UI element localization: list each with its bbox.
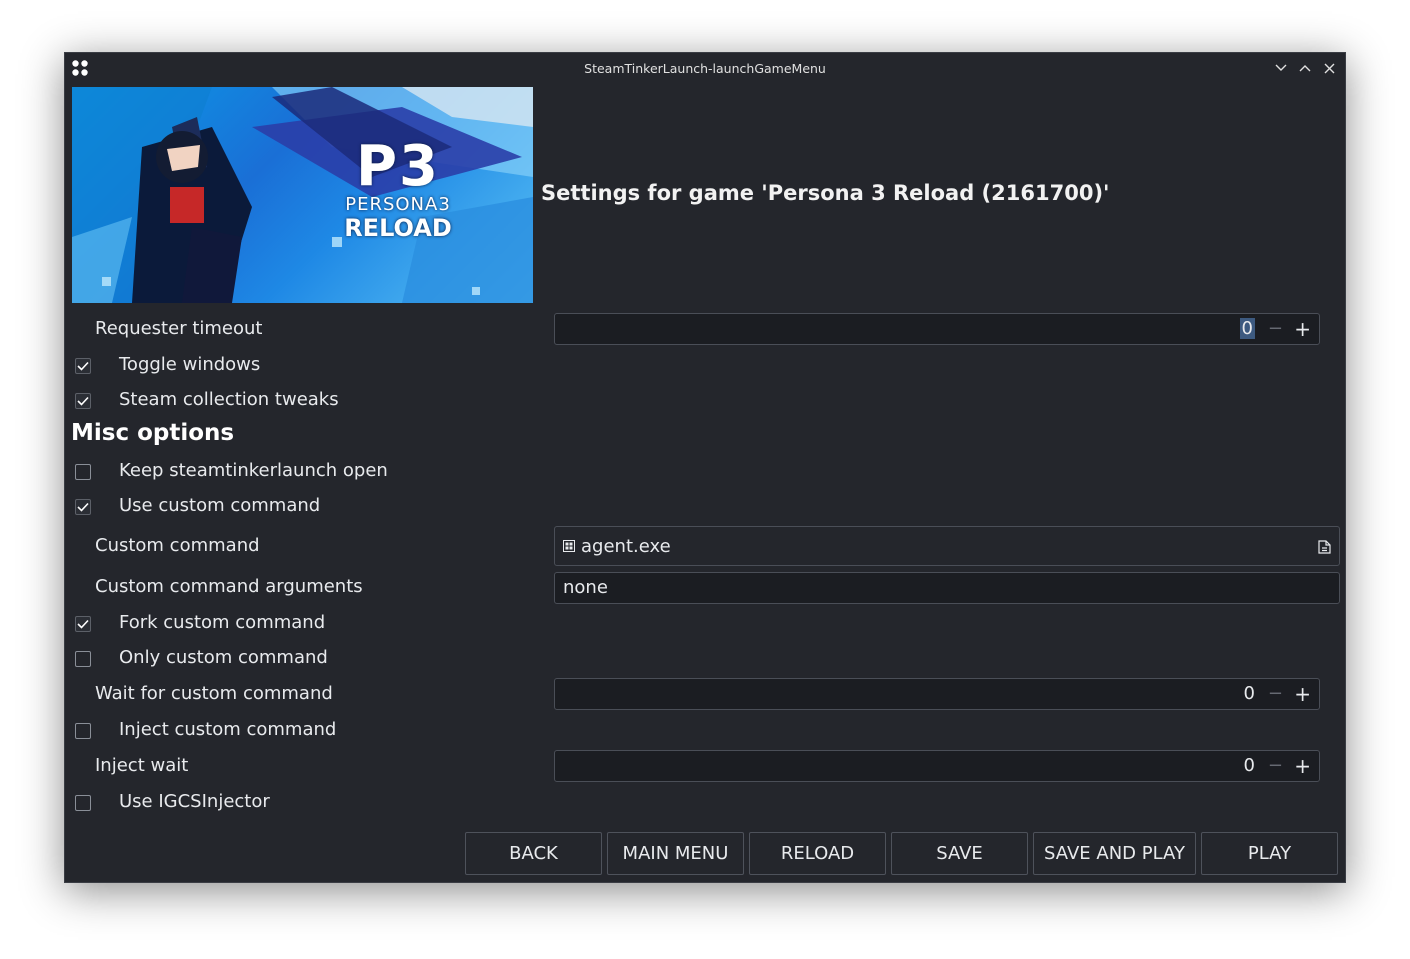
document-browse-icon[interactable] bbox=[1318, 540, 1331, 554]
increment-button[interactable]: + bbox=[1294, 754, 1311, 778]
custom-command-label: Custom command bbox=[95, 535, 260, 556]
decrement-button[interactable]: − bbox=[1268, 318, 1283, 339]
keep-open-label: Keep steamtinkerlaunch open bbox=[119, 460, 388, 481]
main-menu-button[interactable]: MAIN MENU bbox=[607, 832, 744, 875]
fork-custom-command-label: Fork custom command bbox=[119, 612, 326, 633]
only-custom-command-checkbox[interactable] bbox=[75, 651, 91, 667]
inject-wait-value[interactable]: 0 bbox=[1244, 755, 1255, 776]
save-button[interactable]: SAVE bbox=[891, 832, 1028, 875]
requester-timeout-value[interactable]: 0 bbox=[1239, 318, 1255, 339]
inject-wait-label: Inject wait bbox=[95, 755, 189, 776]
use-igcs-label: Use IGCSInjector bbox=[119, 791, 270, 812]
decrement-button[interactable]: − bbox=[1268, 683, 1283, 704]
toggle-windows-checkbox[interactable] bbox=[75, 358, 91, 374]
use-custom-command-checkbox[interactable] bbox=[75, 499, 91, 515]
requester-timeout-spinner[interactable]: 0 − + bbox=[554, 313, 1320, 345]
check-icon bbox=[77, 619, 89, 629]
settings-title: Settings for game 'Persona 3 Reload (216… bbox=[541, 181, 1110, 205]
check-icon bbox=[77, 396, 89, 406]
only-custom-command-label: Only custom command bbox=[119, 647, 328, 668]
increment-button[interactable]: + bbox=[1294, 682, 1311, 706]
window-controls bbox=[1271, 58, 1339, 78]
logo-sub: PERSONA3 bbox=[345, 194, 451, 215]
logo-reload: RELOAD bbox=[344, 214, 452, 242]
back-button[interactable]: BACK bbox=[465, 832, 602, 875]
misc-options-heading: Misc options bbox=[71, 420, 235, 446]
minimize-button[interactable] bbox=[1271, 58, 1291, 78]
close-button[interactable] bbox=[1319, 58, 1339, 78]
toggle-windows-label: Toggle windows bbox=[119, 354, 261, 375]
inject-custom-command-checkbox[interactable] bbox=[75, 723, 91, 739]
wait-custom-command-value[interactable]: 0 bbox=[1244, 683, 1255, 704]
game-banner-image: P3 PERSONA3 RELOAD bbox=[72, 87, 533, 303]
save-and-play-button[interactable]: SAVE AND PLAY bbox=[1033, 832, 1196, 875]
file-icon bbox=[563, 540, 575, 552]
requester-timeout-label: Requester timeout bbox=[95, 318, 263, 339]
chevron-down-icon bbox=[1275, 64, 1287, 71]
steam-collection-tweaks-checkbox[interactable] bbox=[75, 393, 91, 409]
window-title: SteamTinkerLaunch-launchGameMenu bbox=[584, 60, 826, 76]
maximize-button[interactable] bbox=[1295, 58, 1315, 78]
fork-custom-command-checkbox[interactable] bbox=[75, 616, 91, 632]
chevron-up-icon bbox=[1299, 65, 1311, 72]
custom-command-value: agent.exe bbox=[581, 536, 671, 557]
increment-button[interactable]: + bbox=[1294, 317, 1311, 341]
play-button[interactable]: PLAY bbox=[1201, 832, 1338, 875]
custom-command-args-input[interactable]: none bbox=[554, 572, 1340, 604]
steam-collection-tweaks-label: Steam collection tweaks bbox=[119, 389, 339, 410]
check-icon bbox=[77, 361, 89, 371]
reload-button[interactable]: RELOAD bbox=[749, 832, 886, 875]
custom-command-file-chooser[interactable]: agent.exe bbox=[554, 526, 1340, 566]
decrement-button[interactable]: − bbox=[1268, 755, 1283, 776]
keep-open-checkbox[interactable] bbox=[75, 464, 91, 480]
close-icon bbox=[1324, 63, 1334, 73]
title-bar[interactable]: SteamTinkerLaunch-launchGameMenu bbox=[65, 53, 1345, 83]
banner-logo: P3 PERSONA3 RELOAD bbox=[318, 134, 478, 242]
logo-main: P3 bbox=[355, 134, 440, 199]
wait-custom-command-label: Wait for custom command bbox=[95, 683, 333, 704]
check-icon bbox=[77, 502, 89, 512]
app-window: SteamTinkerLaunch-launchGameMenu P3 PERS… bbox=[64, 52, 1346, 883]
inject-custom-command-label: Inject custom command bbox=[119, 719, 337, 740]
inject-wait-spinner[interactable]: 0 − + bbox=[554, 750, 1320, 782]
steamtinkerlaunch-icon[interactable] bbox=[71, 59, 89, 77]
wait-custom-command-spinner[interactable]: 0 − + bbox=[554, 678, 1320, 710]
use-igcs-checkbox[interactable] bbox=[75, 795, 91, 811]
custom-command-args-label: Custom command arguments bbox=[95, 576, 363, 597]
use-custom-command-label: Use custom command bbox=[119, 495, 321, 516]
